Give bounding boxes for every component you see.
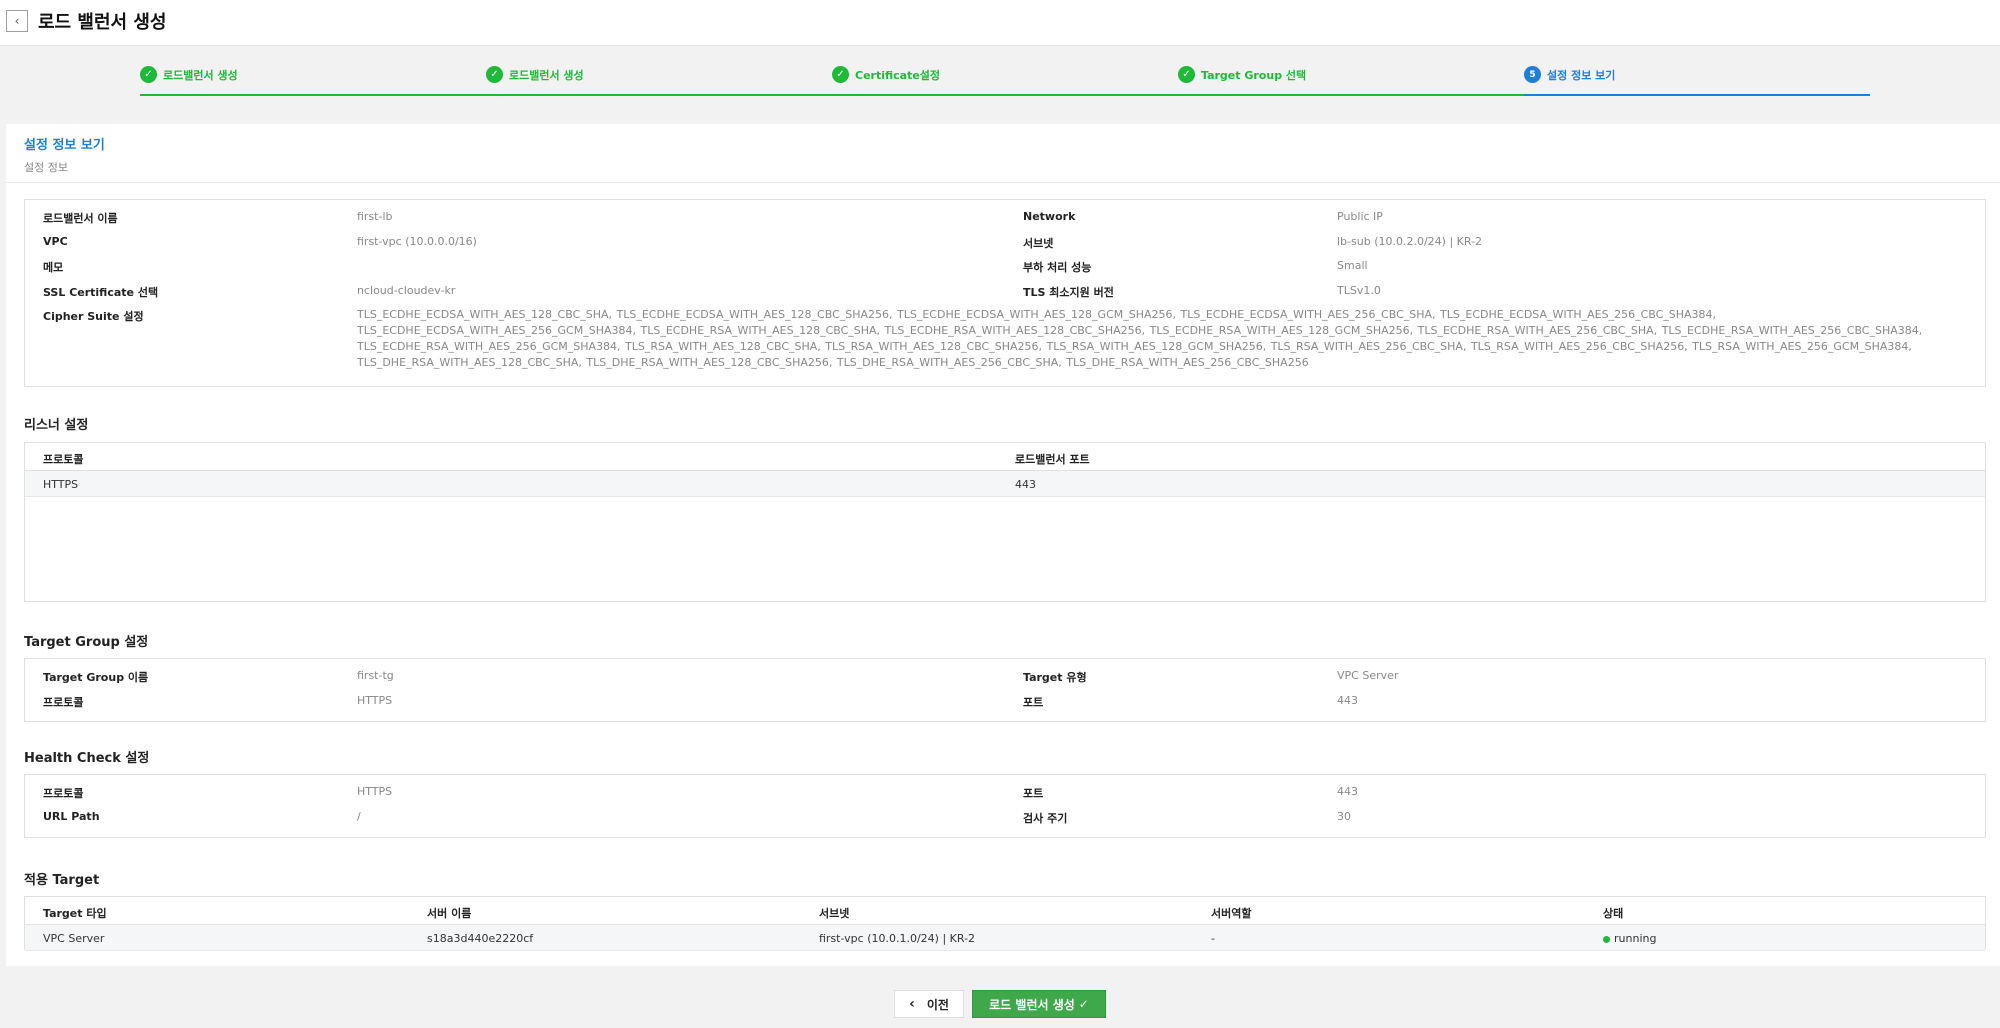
section-heading: 설정 정보 보기 설정 정보 [24, 134, 105, 175]
chevron-left-icon: ‹ [14, 14, 20, 28]
kv-value: 443 [1337, 785, 1358, 798]
kv-label: 부하 처리 성능 [1023, 261, 1092, 274]
status-text: running [1614, 932, 1657, 945]
kv-value: first-lb [357, 210, 393, 223]
prev-label: 이전 [926, 997, 949, 1012]
kv-label: Cipher Suite 설정 [43, 310, 144, 323]
section-title: 설정 정보 보기 [24, 138, 105, 153]
lb-settings-box: 로드밸런서 이름 first-lb VPC first-vpc (10.0.0.… [24, 199, 1986, 387]
kv-label: 프로토콜 [43, 696, 84, 709]
step-progress-line [140, 94, 486, 96]
step-3[interactable]: ✓ Certificate설정 [832, 62, 1178, 96]
column-header: 서버역할 [1211, 907, 1252, 920]
cell-subnet: first-vpc (10.0.1.0/24) | KR-2 [819, 932, 976, 945]
step-label: 설정 정보 보기 [1547, 68, 1616, 82]
step-4[interactable]: ✓ Target Group 선택 [1178, 62, 1524, 96]
kv-label: 프로토콜 [43, 787, 84, 800]
column-header: 로드밸런서 포트 [1015, 453, 1090, 466]
listener-section-title: 리스너 설정 [24, 418, 89, 433]
kv-value: lb-sub (10.0.2.0/24) | KR-2 [1337, 235, 1483, 248]
kv-value: ncloud-cloudev-kr [357, 284, 456, 297]
targets-section-title: 적용 Target [24, 873, 100, 888]
health-check-section-title: Health Check 설정 [24, 751, 150, 766]
cell-server-role: - [1211, 932, 1215, 945]
chevron-left-icon: ‹ [909, 996, 915, 1012]
targets-table: Target 타입 서버 이름 서브넷 서버역할 상태 VPC Server s… [24, 896, 1986, 951]
status-dot-icon [1603, 935, 1610, 943]
column-header: 상태 [1603, 907, 1624, 920]
cell-status: running [1603, 932, 1656, 945]
cipher-suite-value: TLS_ECDHE_ECDSA_WITH_AES_128_CBC_SHA, TL… [357, 308, 1923, 369]
step-progress-line [1524, 94, 1870, 96]
step-2[interactable]: ✓ 로드밸런서 생성 [486, 62, 832, 96]
kv-value: VPC Server [1337, 669, 1399, 682]
cell-server-name: s18a3d440e2220cf [427, 932, 534, 945]
wizard-stepper: ✓ 로드밸런서 생성 ✓ 로드밸런서 생성 ✓ Certificate설정 ✓ … [140, 62, 1872, 98]
kv-label: 검사 주기 [1023, 812, 1068, 825]
table-row[interactable]: VPC Server s18a3d440e2220cf first-vpc (1… [25, 925, 1985, 951]
wizard-footer: ‹ 이전 로드 밸런서 생성 ✓ [0, 990, 2000, 1018]
check-icon: ✓ [140, 66, 157, 83]
kv-value: TLSv1.0 [1337, 284, 1381, 297]
step-progress-line [1178, 94, 1524, 96]
check-icon: ✓ [1178, 66, 1195, 83]
column-header: Target 타입 [43, 907, 107, 920]
cell-protocol: HTTPS [43, 478, 79, 491]
step-progress-line [832, 94, 1178, 96]
cell-port: 443 [1015, 478, 1036, 491]
kv-label: Target 유형 [1023, 671, 1087, 684]
table-header: Target 타입 서버 이름 서브넷 서버역할 상태 [25, 897, 1985, 925]
back-button[interactable]: ‹ [6, 10, 28, 32]
target-group-box: Target Group 이름 first-tg 프로토콜 HTTPS Targ… [24, 658, 1986, 722]
check-icon: ✓ [832, 66, 849, 83]
health-check-box: 프로토콜 HTTPS URL Path / 포트 443 검사 주기 30 [24, 774, 1986, 838]
kv-label: 로드밸런서 이름 [43, 212, 118, 225]
prev-button[interactable]: ‹ 이전 [894, 990, 964, 1018]
kv-label: 포트 [1023, 787, 1044, 800]
column-header: 서브넷 [819, 907, 850, 920]
kv-label: SSL Certificate 선택 [43, 286, 159, 299]
step-label: 로드밸런서 생성 [509, 68, 584, 82]
target-group-section-title: Target Group 설정 [24, 635, 149, 650]
step-label: Target Group 선택 [1201, 68, 1307, 82]
column-header: 서버 이름 [427, 907, 472, 920]
page-title: 로드 밸런서 생성 [38, 12, 167, 33]
column-header: 프로토콜 [43, 453, 84, 466]
section-subtitle: 설정 정보 [24, 161, 68, 174]
create-load-balancer-button[interactable]: 로드 밸런서 생성 ✓ [972, 990, 1106, 1018]
kv-value: first-tg [357, 669, 394, 682]
check-icon: ✓ [486, 66, 503, 83]
page-header: ‹ 로드 밸런서 생성 [0, 0, 2000, 46]
listener-table: 프로토콜 로드밸런서 포트 HTTPS 443 [24, 442, 1986, 602]
kv-label: URL Path [43, 810, 100, 823]
table-row[interactable]: HTTPS 443 [25, 471, 1985, 497]
kv-value: HTTPS [357, 694, 393, 707]
kv-value: Public IP [1337, 210, 1383, 223]
step-number-badge: 5 [1524, 66, 1541, 83]
step-5-current[interactable]: 5 설정 정보 보기 [1524, 62, 1870, 96]
step-label: Certificate설정 [855, 68, 941, 82]
kv-value: Small [1337, 259, 1368, 272]
summary-panel: 설정 정보 보기 설정 정보 로드밸런서 이름 first-lb VPC fir… [6, 124, 2000, 966]
kv-label: Network [1023, 210, 1076, 223]
kv-value: / [357, 810, 361, 823]
kv-label: Target Group 이름 [43, 671, 149, 684]
kv-value: HTTPS [357, 785, 393, 798]
kv-value: first-vpc (10.0.0.0/16) [357, 235, 477, 248]
kv-label: TLS 최소지원 버전 [1023, 286, 1114, 299]
step-progress-line [486, 94, 832, 96]
step-1[interactable]: ✓ 로드밸런서 생성 [140, 62, 486, 96]
kv-value: 443 [1337, 694, 1358, 707]
step-label: 로드밸런서 생성 [163, 68, 238, 82]
check-icon: ✓ [1078, 997, 1089, 1011]
cell-target-type: VPC Server [43, 932, 105, 945]
kv-label: 포트 [1023, 696, 1044, 709]
kv-label: VPC [43, 235, 68, 248]
create-label: 로드 밸런서 생성 [989, 997, 1075, 1012]
table-header: 프로토콜 로드밸런서 포트 [25, 443, 1985, 471]
kv-label: 메모 [43, 261, 64, 274]
divider [6, 182, 2000, 183]
kv-value: 30 [1337, 810, 1351, 823]
kv-label: 서브넷 [1023, 237, 1054, 250]
